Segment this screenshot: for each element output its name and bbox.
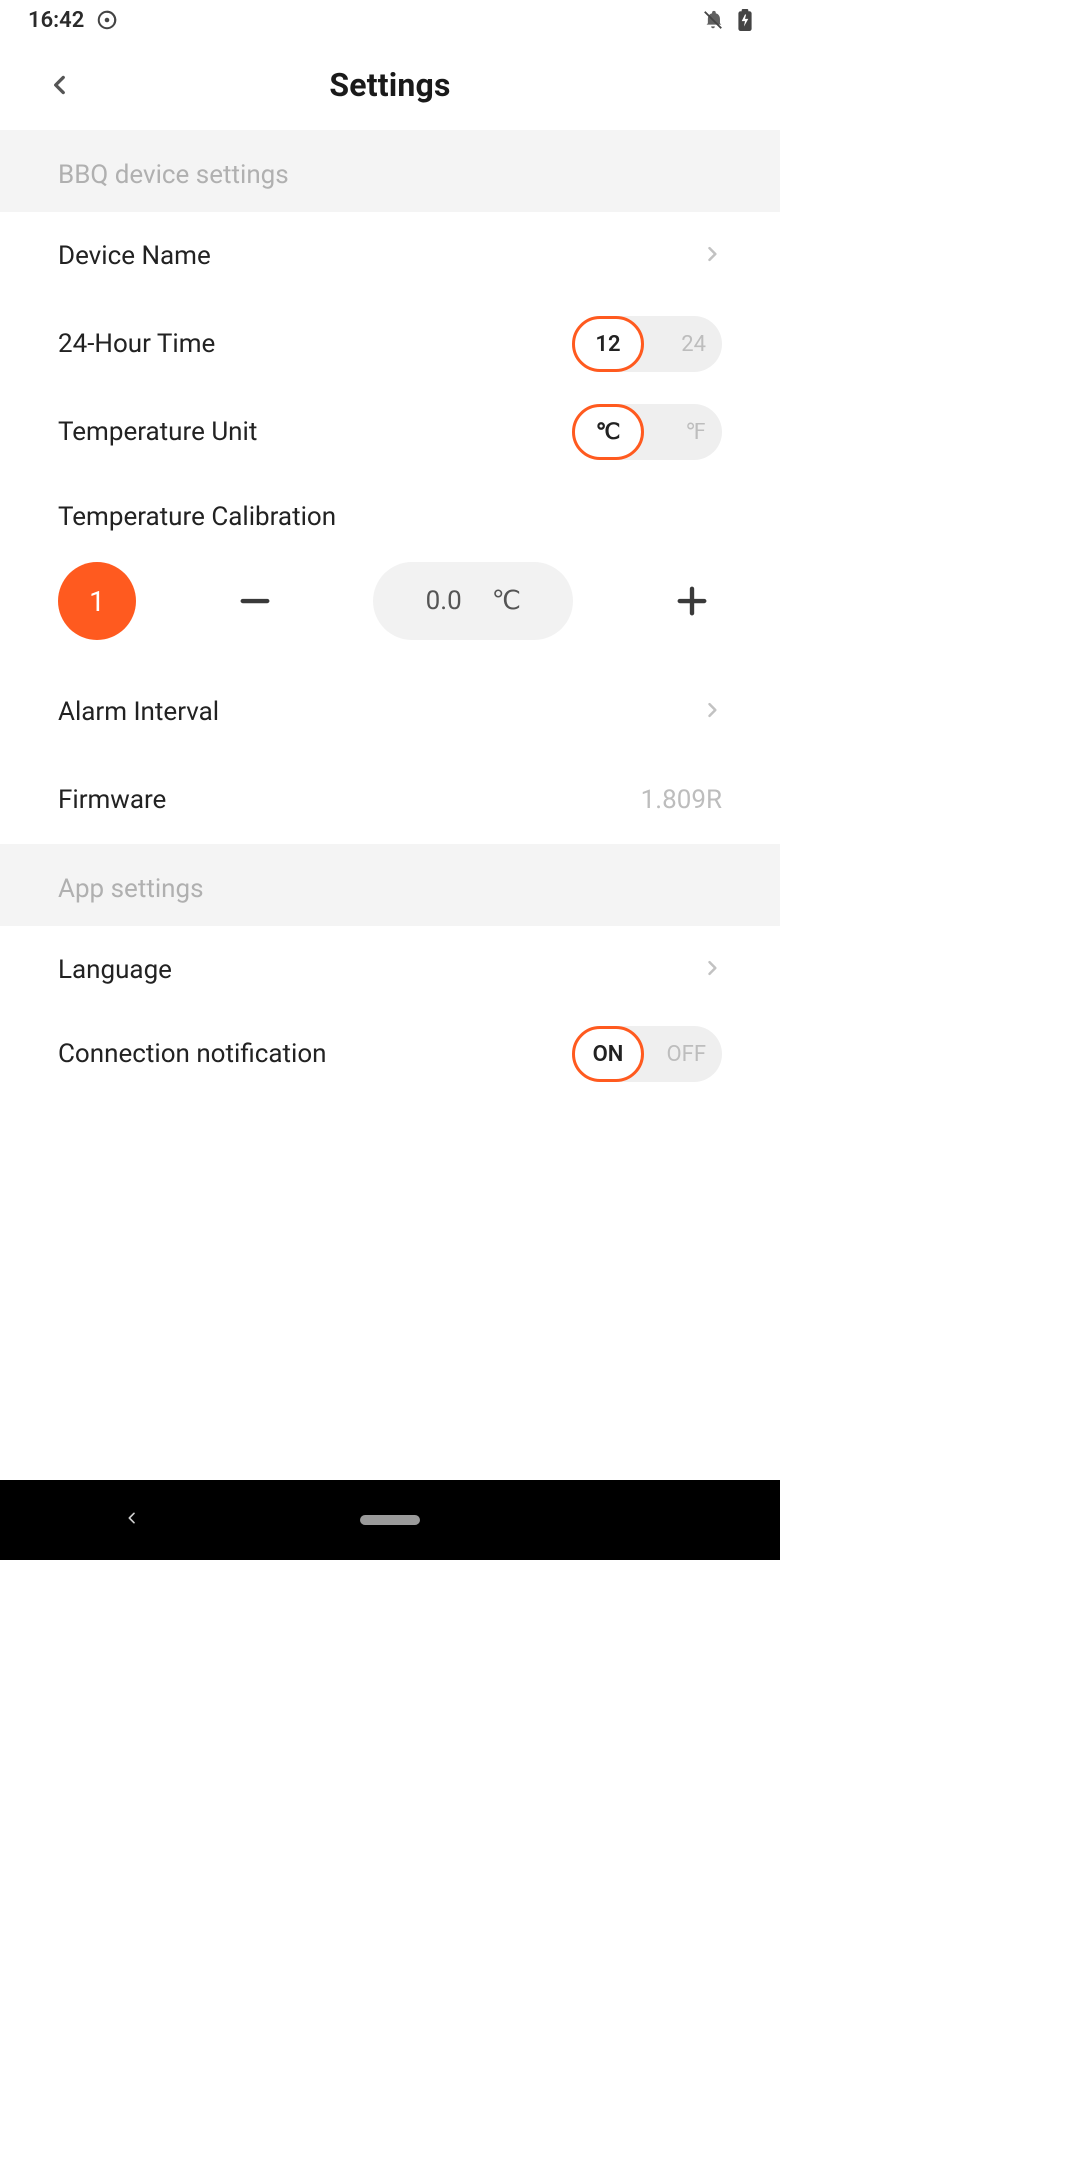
row-device-name[interactable]: Device Name xyxy=(0,212,780,300)
toggle-conn-other: OFF xyxy=(667,1042,706,1067)
notifications-off-icon xyxy=(702,9,724,31)
toggle-time-other: 24 xyxy=(681,332,706,357)
chevron-right-icon xyxy=(702,244,722,268)
toggle-time-format[interactable]: 12 24 xyxy=(572,316,722,372)
label-24hour-time: 24-Hour Time xyxy=(58,329,215,359)
page-title: Settings xyxy=(329,66,450,104)
app-header: Settings xyxy=(0,40,780,130)
status-time: 16:42 xyxy=(28,8,84,33)
status-bar: 16:42 xyxy=(0,0,780,40)
toggle-time-selected: 12 xyxy=(572,316,644,372)
chevron-left-icon xyxy=(124,1510,140,1526)
label-firmware: Firmware xyxy=(58,785,166,815)
label-device-name: Device Name xyxy=(58,241,211,271)
chevron-right-icon xyxy=(702,700,722,724)
chevron-left-icon xyxy=(47,72,73,98)
row-connection-notification: Connection notification ON OFF xyxy=(0,1014,780,1094)
toggle-temp-other: ℉ xyxy=(685,420,706,445)
probe-badge[interactable]: 1 xyxy=(58,562,136,640)
back-button[interactable] xyxy=(40,65,80,105)
chevron-right-icon xyxy=(702,958,722,982)
row-temperature-unit: Temperature Unit ℃ ℉ xyxy=(0,388,780,476)
label-language: Language xyxy=(58,955,172,985)
row-alarm-interval[interactable]: Alarm Interval xyxy=(0,668,780,756)
calibration-value: 0.0 xyxy=(426,586,462,616)
nav-home-pill[interactable] xyxy=(360,1515,420,1525)
nav-back-button[interactable] xyxy=(124,1510,140,1530)
toggle-temp-selected: ℃ xyxy=(572,404,644,460)
calibration-plus-button[interactable] xyxy=(662,571,722,631)
calibration-value-pill: 0.0 ℃ xyxy=(373,562,573,640)
label-temperature-unit: Temperature Unit xyxy=(58,417,257,447)
section-bbq-header: BBQ device settings xyxy=(0,130,780,212)
label-alarm-interval: Alarm Interval xyxy=(58,697,219,727)
battery-charging-icon xyxy=(738,9,752,31)
row-firmware: Firmware 1.809R xyxy=(0,756,780,844)
toggle-temp-unit[interactable]: ℃ ℉ xyxy=(572,404,722,460)
row-temperature-calibration-controls: 1 0.0 ℃ xyxy=(0,544,780,668)
label-connection-notification: Connection notification xyxy=(58,1039,327,1069)
row-24hour-time: 24-Hour Time 12 24 xyxy=(0,300,780,388)
calibration-unit: ℃ xyxy=(492,586,521,616)
minus-icon xyxy=(234,580,276,622)
plus-icon xyxy=(671,580,713,622)
calibration-minus-button[interactable] xyxy=(225,571,285,631)
row-language[interactable]: Language xyxy=(0,926,780,1014)
android-navbar xyxy=(0,1480,780,1560)
toggle-connection-notification[interactable]: ON OFF xyxy=(572,1026,722,1082)
label-calibration: Temperature Calibration xyxy=(58,502,336,532)
probe-number: 1 xyxy=(89,585,105,618)
toggle-conn-selected: ON xyxy=(572,1026,644,1082)
section-app-header: App settings xyxy=(0,844,780,926)
app-status-icon xyxy=(96,9,118,31)
row-temperature-calibration-label: Temperature Calibration xyxy=(0,476,780,544)
firmware-version: 1.809R xyxy=(641,785,722,815)
